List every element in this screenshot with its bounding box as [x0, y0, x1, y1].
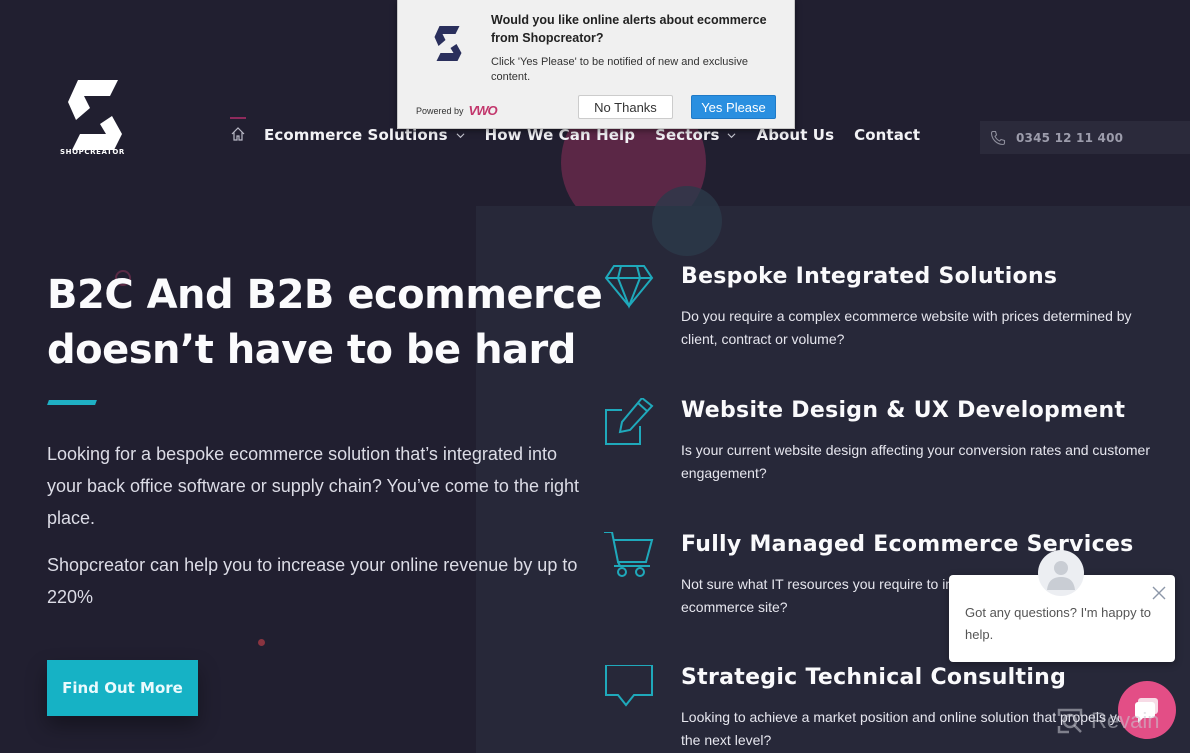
revain-logo-icon: [1057, 708, 1083, 734]
shopcreator-logo-icon: [434, 26, 462, 61]
close-icon[interactable]: [1151, 585, 1167, 601]
diamond-icon: [604, 265, 654, 309]
nav-label: Contact: [854, 126, 921, 144]
popup-body: Click 'Yes Please' to be notified of new…: [491, 56, 748, 83]
find-out-more-button[interactable]: Find Out More: [47, 660, 198, 716]
brand-name: SHOPCREATOR: [60, 148, 125, 156]
speech-bubble-icon: [605, 665, 653, 707]
phone-number: 0345 12 11 400: [1016, 130, 1124, 145]
accent-divider: [47, 400, 97, 405]
notification-popup: Would you like online alerts about ecomm…: [397, 0, 795, 129]
cart-icon: [604, 532, 654, 577]
hero-title: B2C And B2B ecommerce doesn’t have to be…: [47, 268, 607, 378]
active-indicator: [230, 117, 246, 119]
service-title: Bespoke Integrated Solutions: [681, 264, 1058, 289]
phone-icon: [990, 130, 1006, 145]
hero-title-line: B2C And B2B ecommerce: [47, 272, 603, 318]
yes-please-button[interactable]: Yes Please: [691, 95, 776, 119]
hero-paragraph: Looking for a bespoke ecommerce solution…: [47, 444, 579, 528]
shopcreator-logo-icon[interactable]: [62, 78, 128, 158]
hero-paragraph: Shopcreator can help you to increase you…: [47, 555, 578, 607]
no-thanks-button[interactable]: No Thanks: [578, 95, 673, 119]
hero-title-line: doesn’t have to be hard: [47, 327, 576, 373]
watermark-text: Revain: [1091, 708, 1160, 733]
service-title: Strategic Technical Consulting: [681, 665, 1067, 690]
chat-message: Got any questions? I'm happy to help.: [965, 605, 1152, 642]
user-avatar-icon: [1047, 561, 1075, 590]
edit-icon: [605, 398, 654, 445]
phone-link[interactable]: 0345 12 11 400: [980, 121, 1190, 154]
powered-by: Powered by VWO: [416, 103, 498, 118]
nav-contact[interactable]: Contact: [854, 126, 920, 144]
service-description: Do you require a complex ecommerce websi…: [681, 308, 1132, 347]
decorative-dot: [258, 639, 265, 646]
revain-watermark: Revain: [1055, 706, 1159, 736]
decorative-circle-teal: [652, 186, 722, 256]
chat-avatar: [1038, 550, 1084, 596]
service-description: Is your current website design affecting…: [681, 442, 1150, 481]
home-icon: [231, 127, 245, 141]
vwo-logo[interactable]: VWO: [469, 103, 498, 118]
chevron-down-icon: [456, 132, 465, 138]
nav-home[interactable]: [230, 117, 248, 144]
chevron-down-icon: [728, 132, 736, 138]
service-title: Website Design & UX Development: [681, 398, 1126, 423]
popup-title: Would you like online alerts about ecomm…: [491, 13, 767, 45]
powered-by-label: Powered by: [416, 105, 464, 116]
